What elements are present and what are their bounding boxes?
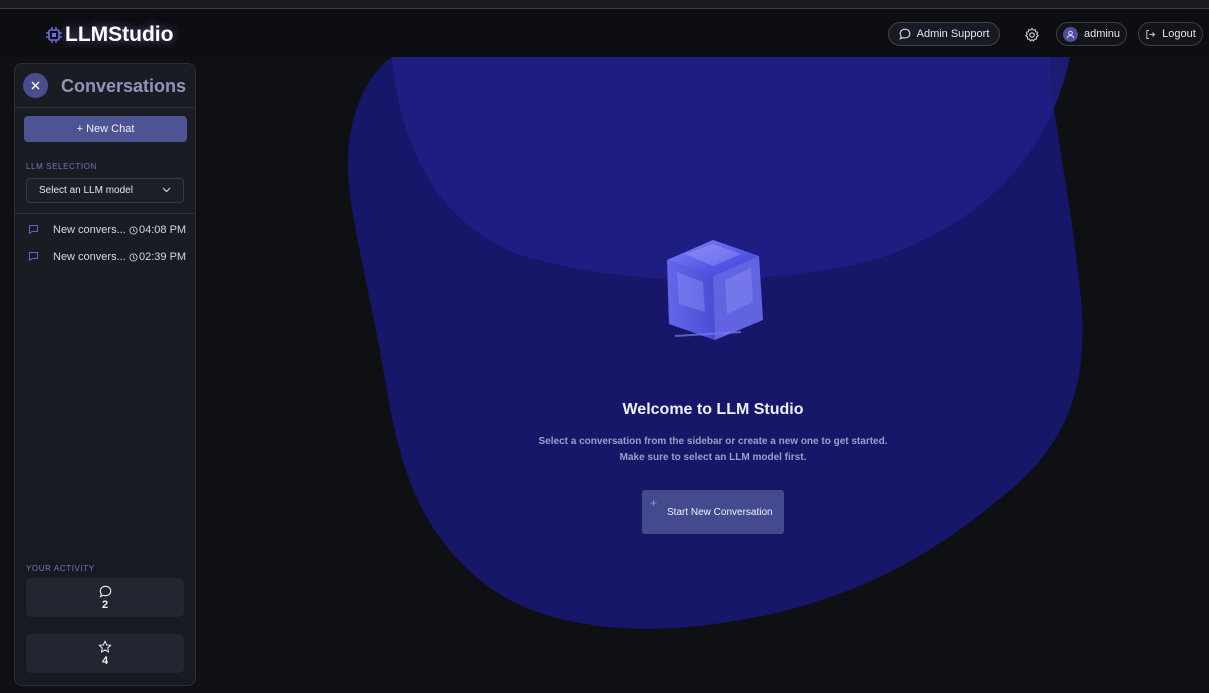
clock-icon [129, 225, 138, 235]
sidebar-divider [15, 213, 195, 214]
llm-model-select[interactable]: Select an LLM model [26, 178, 184, 203]
star-icon [98, 640, 112, 653]
llm-select-value: Select an LLM model [39, 185, 133, 196]
conversation-time: 02:39 PM [129, 251, 186, 263]
plus-icon: + [650, 496, 658, 510]
new-chat-button[interactable]: + New Chat [24, 116, 187, 142]
activity-stat-value: 4 [101, 655, 109, 667]
activity-stat-value: 2 [101, 598, 109, 611]
logout-label: Logout [1162, 28, 1196, 40]
conversation-title: New convers... [53, 224, 126, 236]
start-new-conversation-button[interactable]: + Start New Conversation [642, 490, 784, 534]
cube-illustration [667, 240, 763, 340]
welcome-title: Welcome to LLM Studio [622, 401, 804, 418]
logout-button[interactable]: Logout [1138, 22, 1203, 46]
welcome-subtitle: Select a conversation from the sidebar o… [538, 436, 888, 463]
sidebar-header: Conversations [15, 64, 195, 108]
close-icon [31, 81, 40, 90]
sidebar-title: Conversations [61, 76, 187, 96]
message-icon [898, 28, 910, 40]
conversation-time-text: 04:08 PM [139, 224, 187, 236]
username-label: adminu [1083, 28, 1121, 40]
conversation-time-text: 02:39 PM [139, 251, 187, 263]
conversation-title: New convers... [53, 251, 126, 263]
chevron-down-icon [162, 187, 171, 193]
avatar [1062, 26, 1078, 42]
conversations-sidebar: Conversations + New Chat LLM SELECTION S… [14, 63, 196, 686]
clock-icon [129, 252, 138, 262]
activity-stat-favorites: 4 [26, 634, 184, 673]
chip-icon [46, 27, 62, 43]
conversation-item[interactable]: New convers... 04:08 PM [15, 219, 195, 241]
llm-selection-label: LLM SELECTION [26, 162, 97, 171]
logout-icon [1146, 29, 1156, 39]
conversation-item[interactable]: New convers... 02:39 PM [15, 246, 195, 268]
start-new-conversation-label: Start New Conversation [667, 507, 773, 518]
conversation-time: 04:08 PM [129, 224, 186, 236]
message-icon [99, 585, 111, 598]
admin-support-button[interactable]: Admin Support [888, 22, 1000, 46]
close-sidebar-button[interactable] [23, 73, 48, 98]
user-icon [1066, 30, 1075, 38]
chat-bubble-icon [29, 225, 38, 235]
top-header: LLMStudio Admin Support adminu Logout [0, 9, 1209, 57]
logo-text: LLMStudio [65, 23, 174, 46]
admin-support-label: Admin Support [916, 28, 990, 40]
chat-bubble-icon [29, 252, 38, 262]
user-menu-button[interactable]: adminu [1056, 22, 1127, 46]
your-activity-label: YOUR ACTIVITY [26, 564, 95, 573]
app-logo[interactable]: LLMStudio [45, 23, 173, 47]
gear-icon[interactable] [1024, 27, 1040, 43]
activity-stat-messages: 2 [26, 578, 184, 617]
